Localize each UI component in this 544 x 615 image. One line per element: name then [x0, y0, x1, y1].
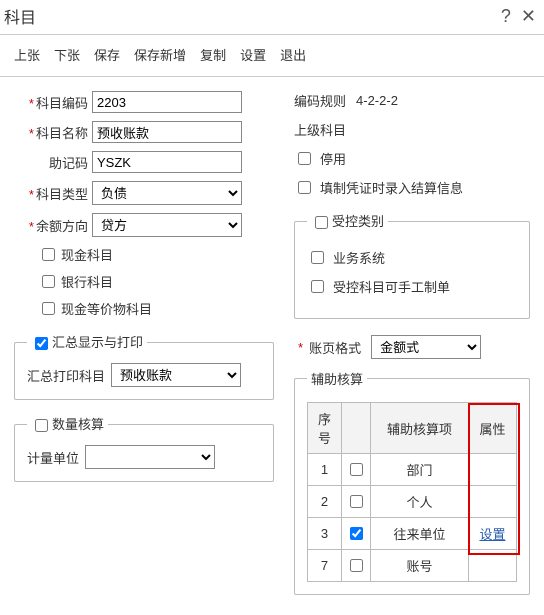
- aux-attr-link[interactable]: 设置: [479, 527, 505, 542]
- manual-label: 受控科目可手工制单: [333, 277, 450, 296]
- controlled-enable-checkbox[interactable]: [315, 216, 328, 229]
- summary-print-select[interactable]: 预收账款: [111, 363, 241, 387]
- aux-col-seq: 序号: [308, 403, 342, 454]
- disable-label: 停用: [320, 149, 346, 168]
- name-label: 科目名称: [36, 126, 88, 141]
- cash-label: 现金科目: [61, 245, 113, 264]
- disable-checkbox[interactable]: [298, 152, 311, 165]
- help-icon[interactable]: ?: [501, 7, 511, 25]
- table-row: 2 个人: [308, 486, 517, 518]
- summary-enable-checkbox[interactable]: [35, 337, 48, 350]
- fill-settle-checkbox[interactable]: [298, 181, 311, 194]
- toolbar-prev[interactable]: 上张: [14, 45, 40, 64]
- toolbar: 上张 下张 保存 保存新增 复制 设置 退出: [0, 35, 544, 77]
- aux-seq: 1: [308, 454, 342, 486]
- table-row: 3 往来单位设置: [308, 518, 517, 550]
- qty-enable-checkbox[interactable]: [35, 419, 48, 432]
- bank-label: 银行科目: [61, 272, 113, 291]
- toolbar-save-new[interactable]: 保存新增: [134, 45, 186, 64]
- balance-dir-label: 余额方向: [36, 219, 88, 234]
- aux-row-checkbox[interactable]: [350, 527, 363, 540]
- mnemonic-input[interactable]: [92, 151, 242, 173]
- aux-col-chk: [342, 403, 371, 454]
- close-icon[interactable]: ✕: [521, 7, 536, 25]
- aux-fieldset: 辅助核算 序号 辅助核算项 属性 1 部门 2 个人 3 往来单位设置 7 账号: [294, 369, 530, 595]
- page-format-select[interactable]: 金额式: [371, 335, 481, 359]
- toolbar-next[interactable]: 下张: [54, 45, 80, 64]
- toolbar-copy[interactable]: 复制: [200, 45, 226, 64]
- cash-equiv-checkbox[interactable]: [42, 302, 55, 315]
- controlled-fieldset: 受控类别 业务系统 受控科目可手工制单: [294, 211, 530, 319]
- mnemonic-label: 助记码: [49, 156, 88, 171]
- aux-attr-cell: 设置: [469, 518, 517, 550]
- table-row: 1 部门: [308, 454, 517, 486]
- toolbar-settings[interactable]: 设置: [240, 45, 266, 64]
- qty-legend: 数量核算: [52, 417, 104, 432]
- aux-seq: 3: [308, 518, 342, 550]
- summary-print-label: 汇总打印科目: [27, 366, 105, 385]
- aux-item: 部门: [371, 454, 469, 486]
- aux-attr-cell: [469, 550, 517, 582]
- biz-label: 业务系统: [333, 248, 385, 267]
- biz-checkbox[interactable]: [311, 251, 324, 264]
- aux-item: 往来单位: [371, 518, 469, 550]
- type-select[interactable]: 负债: [92, 181, 242, 205]
- table-row: 7 账号: [308, 550, 517, 582]
- type-label: 科目类型: [36, 187, 88, 202]
- aux-attr-cell: [469, 486, 517, 518]
- code-label: 科目编码: [36, 96, 88, 111]
- page-format-label: 账页格式: [309, 338, 361, 357]
- window-title: 科目: [4, 4, 36, 28]
- aux-row-checkbox[interactable]: [350, 463, 363, 476]
- toolbar-save[interactable]: 保存: [94, 45, 120, 64]
- aux-legend: 辅助核算: [307, 369, 367, 388]
- aux-seq: 7: [308, 550, 342, 582]
- summary-legend: 汇总显示与打印: [52, 335, 143, 350]
- code-input[interactable]: [92, 91, 242, 113]
- aux-row-checkbox[interactable]: [350, 559, 363, 572]
- fill-settle-label: 填制凭证时录入结算信息: [320, 178, 463, 197]
- aux-item: 账号: [371, 550, 469, 582]
- qty-fieldset: 数量核算 计量单位: [14, 414, 274, 482]
- summary-fieldset: 汇总显示与打印 汇总打印科目 预收账款: [14, 332, 274, 400]
- balance-dir-select[interactable]: 贷方: [92, 213, 242, 237]
- aux-col-item: 辅助核算项: [371, 403, 469, 454]
- qty-unit-label: 计量单位: [27, 448, 79, 467]
- aux-table: 序号 辅助核算项 属性 1 部门 2 个人 3 往来单位设置 7 账号: [307, 402, 517, 582]
- qty-unit-select[interactable]: [85, 445, 215, 469]
- parent-label: 上级科目: [294, 120, 346, 139]
- encode-rule-label: 编码规则: [294, 91, 346, 110]
- aux-seq: 2: [308, 486, 342, 518]
- controlled-legend: 受控类别: [332, 214, 384, 229]
- bank-checkbox[interactable]: [42, 275, 55, 288]
- aux-item: 个人: [371, 486, 469, 518]
- manual-checkbox[interactable]: [311, 280, 324, 293]
- cash-equiv-label: 现金等价物科目: [61, 299, 152, 318]
- aux-col-attr: 属性: [469, 403, 517, 454]
- aux-row-checkbox[interactable]: [350, 495, 363, 508]
- aux-attr-cell: [469, 454, 517, 486]
- encode-rule-value: 4-2-2-2: [356, 93, 398, 108]
- name-input[interactable]: [92, 121, 242, 143]
- cash-checkbox[interactable]: [42, 248, 55, 261]
- toolbar-exit[interactable]: 退出: [280, 45, 306, 64]
